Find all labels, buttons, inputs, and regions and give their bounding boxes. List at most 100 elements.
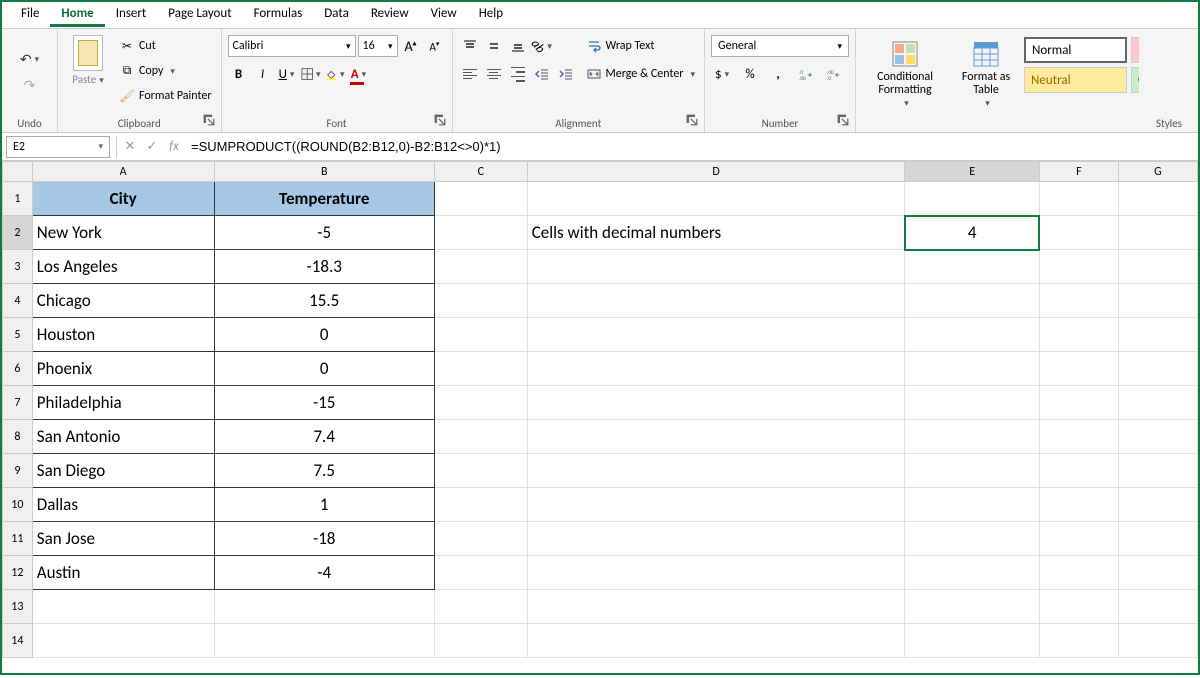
tab-file[interactable]: File <box>10 3 50 27</box>
increase-decimal-button[interactable]: .0.00 <box>795 63 817 85</box>
cell-C4[interactable] <box>434 284 527 318</box>
cell-D14[interactable] <box>527 624 905 658</box>
cell-A7[interactable]: Philadelphia <box>32 386 214 420</box>
cell-B1[interactable]: Temperature <box>214 182 434 216</box>
cell-F13[interactable] <box>1039 590 1118 624</box>
col-header-C[interactable]: C <box>434 162 527 182</box>
cell-D12[interactable] <box>527 556 905 590</box>
style-neutral[interactable]: Neutral <box>1024 67 1127 93</box>
cell-E8[interactable] <box>905 420 1039 454</box>
font-color-button[interactable]: A <box>348 63 370 85</box>
percent-format-button[interactable]: % <box>739 63 761 85</box>
decrease-indent-button[interactable] <box>531 63 553 85</box>
cell-G7[interactable] <box>1118 386 1197 420</box>
cell-B3[interactable]: -18.3 <box>214 250 434 284</box>
font-dialog-launcher[interactable] <box>434 114 448 128</box>
cell-A11[interactable]: San Jose <box>32 522 214 556</box>
underline-button[interactable]: U <box>276 63 298 85</box>
cell-G11[interactable] <box>1118 522 1197 556</box>
fill-color-button[interactable] <box>324 63 346 85</box>
cell-C9[interactable] <box>434 454 527 488</box>
cell-C3[interactable] <box>434 250 527 284</box>
cell-B6[interactable]: 0 <box>214 352 434 386</box>
cell-A8[interactable]: San Antonio <box>32 420 214 454</box>
cell-A13[interactable] <box>32 590 214 624</box>
row-header-11[interactable]: 11 <box>3 522 33 556</box>
cell-F2[interactable] <box>1039 216 1118 250</box>
paste-button[interactable]: Paste <box>72 73 103 86</box>
cell-D13[interactable] <box>527 590 905 624</box>
cell-F3[interactable] <box>1039 250 1118 284</box>
cut-button[interactable]: ✂Cut <box>116 35 215 57</box>
cell-A10[interactable]: Dallas <box>32 488 214 522</box>
redo-button[interactable]: ↷ <box>13 76 47 94</box>
format-as-table-button[interactable]: Format as Table <box>948 35 1024 115</box>
tab-help[interactable]: Help <box>468 3 514 27</box>
cell-E4[interactable] <box>905 284 1039 318</box>
cell-A12[interactable]: Austin <box>32 556 214 590</box>
col-header-F[interactable]: F <box>1039 162 1118 182</box>
cell-C2[interactable] <box>434 216 527 250</box>
tab-review[interactable]: Review <box>360 3 420 27</box>
comma-format-button[interactable]: , <box>767 63 789 85</box>
cell-B4[interactable]: 15.5 <box>214 284 434 318</box>
conditional-formatting-button[interactable]: Conditional Formatting <box>862 35 948 115</box>
enter-formula-button[interactable]: ✓ <box>141 136 163 158</box>
increase-font-button[interactable]: A▴ <box>400 35 422 57</box>
cell-C13[interactable] <box>434 590 527 624</box>
row-header-13[interactable]: 13 <box>3 590 33 624</box>
cell-G1[interactable] <box>1118 182 1197 216</box>
cell-F12[interactable] <box>1039 556 1118 590</box>
align-center-button[interactable] <box>483 63 505 85</box>
row-header-12[interactable]: 12 <box>3 556 33 590</box>
row-header-1[interactable]: 1 <box>3 182 33 216</box>
cell-D6[interactable] <box>527 352 905 386</box>
cell-D8[interactable] <box>527 420 905 454</box>
cell-B5[interactable]: 0 <box>214 318 434 352</box>
cell-F9[interactable] <box>1039 454 1118 488</box>
align-top-button[interactable] <box>459 35 481 57</box>
cell-D2[interactable]: Cells with decimal numbers <box>527 216 905 250</box>
undo-button[interactable]: ↶ <box>13 50 47 68</box>
cell-B12[interactable]: -4 <box>214 556 434 590</box>
cell-F14[interactable] <box>1039 624 1118 658</box>
cell-A2[interactable]: New York <box>32 216 214 250</box>
cell-F8[interactable] <box>1039 420 1118 454</box>
format-painter-button[interactable]: 🖌Format Painter <box>116 85 215 107</box>
spreadsheet-grid[interactable]: ABCDEFG1CityTemperature2New York-5Cells … <box>2 161 1198 678</box>
row-header-8[interactable]: 8 <box>3 420 33 454</box>
cancel-formula-button[interactable]: ✕ <box>119 136 141 158</box>
tab-insert[interactable]: Insert <box>105 3 158 27</box>
cell-E3[interactable] <box>905 250 1039 284</box>
cell-C10[interactable] <box>434 488 527 522</box>
row-header-5[interactable]: 5 <box>3 318 33 352</box>
row-header-6[interactable]: 6 <box>3 352 33 386</box>
cell-G8[interactable] <box>1118 420 1197 454</box>
cell-E13[interactable] <box>905 590 1039 624</box>
style-normal[interactable]: Normal <box>1024 37 1127 63</box>
row-header-2[interactable]: 2 <box>3 216 33 250</box>
cell-F5[interactable] <box>1039 318 1118 352</box>
decrease-decimal-button[interactable]: .00.0 <box>823 63 845 85</box>
cell-B14[interactable] <box>214 624 434 658</box>
select-all-corner[interactable] <box>3 162 33 182</box>
italic-button[interactable]: I <box>252 63 274 85</box>
cell-G13[interactable] <box>1118 590 1197 624</box>
merge-center-button[interactable]: Merge & Center <box>583 63 699 85</box>
clipboard-dialog-launcher[interactable] <box>203 114 217 128</box>
cell-C6[interactable] <box>434 352 527 386</box>
cell-B7[interactable]: -15 <box>214 386 434 420</box>
cell-B10[interactable]: 1 <box>214 488 434 522</box>
cell-D10[interactable] <box>527 488 905 522</box>
row-header-9[interactable]: 9 <box>3 454 33 488</box>
wrap-text-button[interactable]: Wrap Text <box>583 35 699 57</box>
cell-D4[interactable] <box>527 284 905 318</box>
font-size-select[interactable]: 16▾ <box>358 35 398 57</box>
cell-C8[interactable] <box>434 420 527 454</box>
alignment-dialog-launcher[interactable] <box>686 114 700 128</box>
col-header-B[interactable]: B <box>214 162 434 182</box>
tab-home[interactable]: Home <box>50 3 104 27</box>
number-dialog-launcher[interactable] <box>837 114 851 128</box>
cell-A6[interactable]: Phoenix <box>32 352 214 386</box>
cell-E11[interactable] <box>905 522 1039 556</box>
